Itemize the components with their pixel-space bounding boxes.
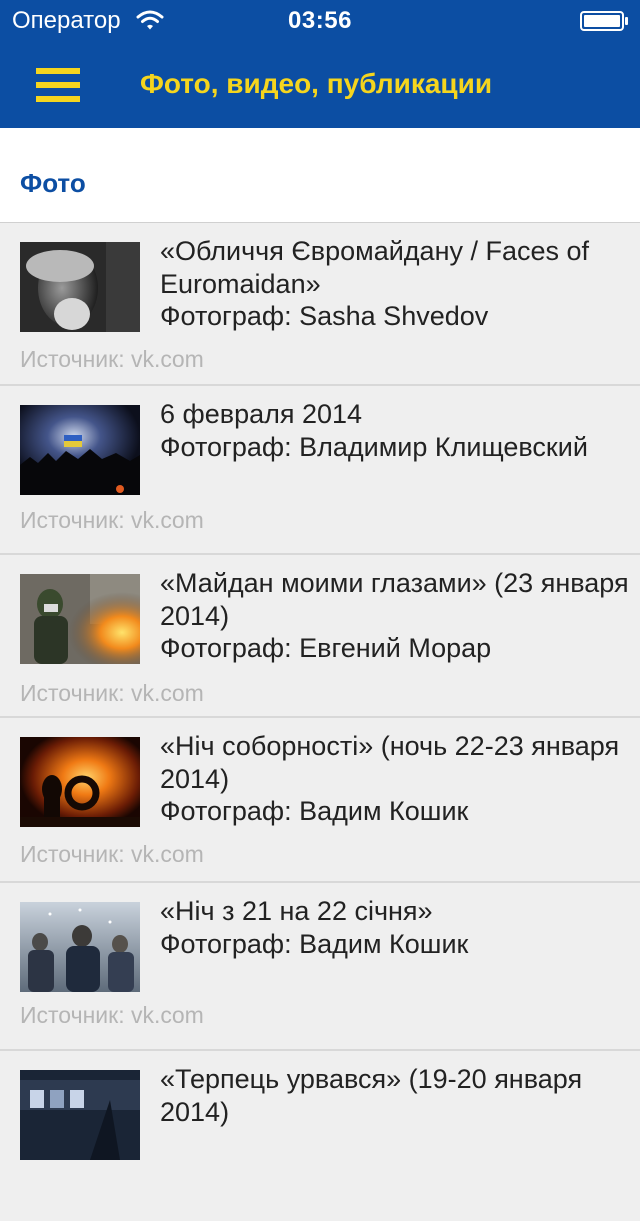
item-text: 6 февраля 2014 Фотограф: Владимир Клищев… <box>160 398 632 463</box>
item-text: «Майдан моими глазами» (23 января 2014) … <box>160 567 632 665</box>
thumbnail-protest-night <box>20 405 140 495</box>
photo-list: «Обличчя Євромайдану / Faces of Euromaid… <box>0 223 640 1221</box>
item-photographer: Фотограф: Вадим Кошик <box>160 796 469 826</box>
thumbnail-night-fire <box>20 737 140 827</box>
thumbnail-burning-bus <box>20 1070 140 1160</box>
thumbnail-barricade-fire <box>20 574 140 664</box>
list-item[interactable]: «Терпець урвався» (19-20 января 2014) <box>0 1051 640 1221</box>
item-title: «Ніч соборності» (ночь 22-23 января 2014… <box>160 731 620 794</box>
thumbnail-portrait <box>20 242 140 332</box>
item-title: «Майдан моими глазами» (23 января 2014) <box>160 568 629 631</box>
list-item[interactable]: «Ніч соборності» (ночь 22-23 января 2014… <box>0 718 640 883</box>
section-title: Фото <box>20 168 86 198</box>
list-item[interactable]: 6 февраля 2014 Фотограф: Владимир Клищев… <box>0 386 640 555</box>
battery-full-icon <box>580 10 630 31</box>
item-text: «Обличчя Євромайдану / Faces of Euromaid… <box>160 235 632 333</box>
item-source: Источник: vk.com <box>20 1002 204 1028</box>
list-item[interactable]: «Ніч з 21 на 22 січня» Фотограф: Вадим К… <box>0 883 640 1051</box>
hamburger-menu-icon[interactable] <box>26 60 90 110</box>
item-photographer: Фотограф: Вадим Кошик <box>160 928 469 959</box>
item-source: Источник: vk.com <box>20 841 204 867</box>
list-item[interactable]: «Обличчя Євромайдану / Faces of Euromaid… <box>0 223 640 386</box>
item-text: «Ніч з 21 на 22 січня» Фотограф: Вадим К… <box>160 895 632 960</box>
item-text: «Терпець урвався» (19-20 января 2014) <box>160 1063 632 1128</box>
thumbnail-snowy-crowd <box>20 902 140 992</box>
section-header: Фото <box>0 128 640 223</box>
item-source: Источник: vk.com <box>20 507 204 533</box>
list-item[interactable]: «Майдан моими глазами» (23 января 2014) … <box>0 555 640 718</box>
page-title: Фото, видео, публикации <box>140 68 493 99</box>
item-text: «Ніч соборності» (ночь 22-23 января 2014… <box>160 730 632 828</box>
item-source: Источник: vk.com <box>20 346 204 372</box>
status-bar: Оператор 03:56 <box>0 0 640 40</box>
item-title: «Терпець урвався» (19-20 января 2014) <box>160 1064 583 1127</box>
item-title: «Ніч з 21 на 22 січня» <box>160 896 433 926</box>
item-source: Источник: vk.com <box>20 680 204 706</box>
item-title: 6 февраля 2014 <box>160 399 363 429</box>
item-title: «Обличчя Євромайдану / Faces of Euromaid… <box>160 236 590 299</box>
status-time: 03:56 <box>288 7 352 34</box>
item-photographer: Фотограф: Владимир Клищевский <box>160 431 588 462</box>
item-photographer: Фотограф: Евгений Морар <box>160 633 492 663</box>
app-header: Оператор 03:56 Фото, видео, публикации <box>0 0 640 128</box>
item-photographer: Фотограф: Sasha Shvedov <box>160 301 489 331</box>
